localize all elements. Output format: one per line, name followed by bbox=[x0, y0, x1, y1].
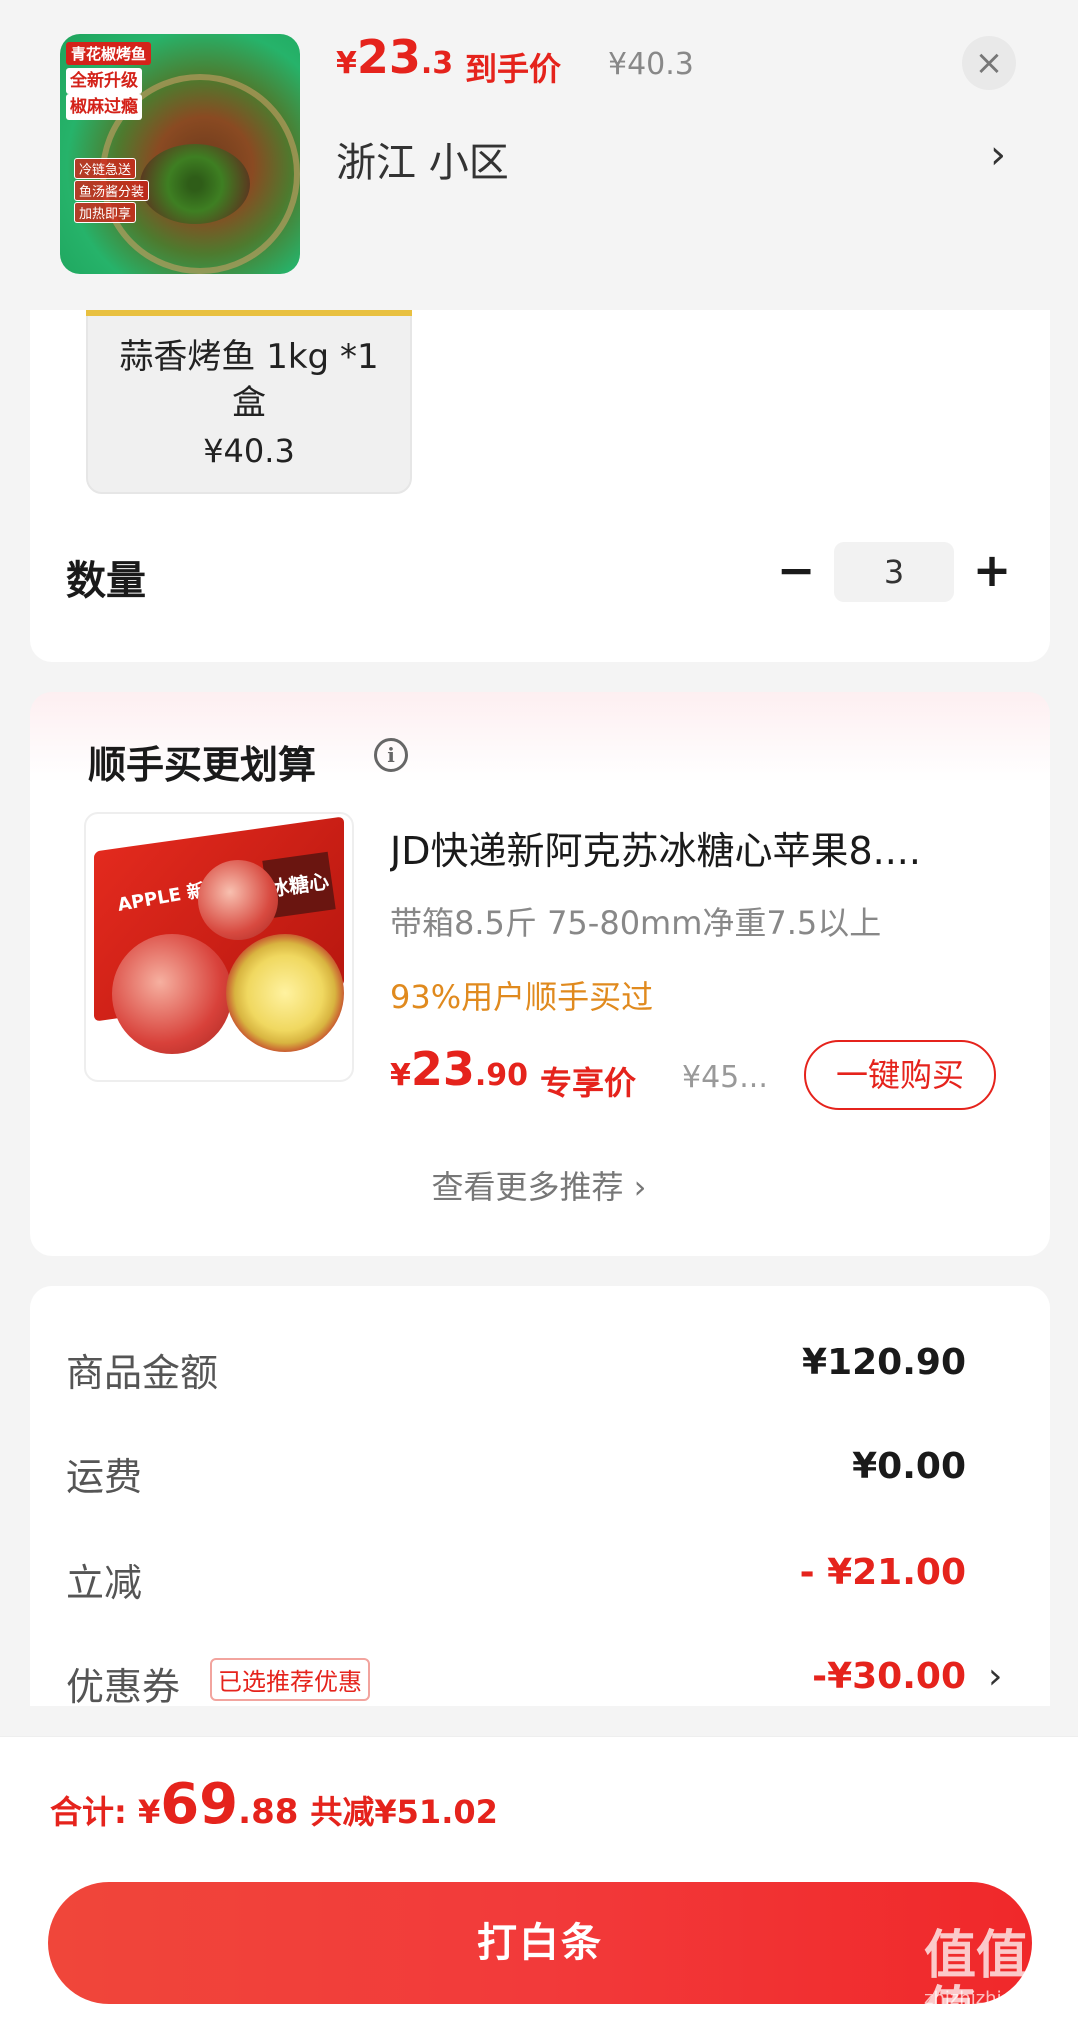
total-label: 合计: bbox=[50, 1793, 138, 1831]
final-price-label: 到手价 bbox=[465, 50, 562, 88]
quantity-input[interactable]: 3 bbox=[834, 542, 954, 602]
thumb-tag: 冷链急送 bbox=[74, 158, 137, 179]
final-price-symbol: ¥ bbox=[336, 46, 357, 81]
recommend-original-price: ¥45... bbox=[682, 1060, 768, 1095]
summary-row-value: ¥0.00 bbox=[852, 1446, 966, 1487]
thumb-tag: 椒麻过瘾 bbox=[66, 94, 142, 120]
total-savings: 共减¥51.02 bbox=[310, 1793, 498, 1831]
spec-image-edge bbox=[86, 310, 412, 316]
apple-graphic bbox=[198, 860, 278, 940]
watermark-url: zhizhizhi.com bbox=[924, 1988, 1046, 2009]
summary-row-value: - ¥21.00 bbox=[799, 1552, 966, 1593]
close-icon[interactable]: × bbox=[962, 36, 1016, 90]
recommend-price-symbol: ¥ bbox=[390, 1058, 411, 1093]
recommend-product-subtitle: 带箱8.5斤 75-80mm净重7.5以上 bbox=[390, 904, 882, 942]
recommend-price-label: 专享价 bbox=[540, 1064, 637, 1102]
spec-option-name: 蒜香烤鱼 1kg *1盒 bbox=[119, 337, 379, 423]
coupon-row-value[interactable]: -¥30.00 bbox=[812, 1656, 966, 1697]
summary-row-label: 立减 bbox=[66, 1561, 143, 1605]
chevron-right-icon[interactable]: › bbox=[990, 132, 1006, 178]
recommend-price-dec: .90 bbox=[474, 1058, 529, 1093]
recommend-product-social-proof: 93%用户顺手买过 bbox=[390, 978, 654, 1016]
total-int: 69 bbox=[160, 1772, 239, 1837]
coupon-badge: 已选推荐优惠 bbox=[210, 1658, 370, 1701]
product-header: 青花椒烤鱼 全新升级 椒麻过瘾 冷链急送 鱼汤酱分装 加热即享 ¥23.3 到手… bbox=[0, 0, 1078, 310]
recommend-product-price: ¥23.90 bbox=[390, 1042, 528, 1096]
summary-row-value: ¥120.90 bbox=[802, 1342, 966, 1383]
pay-button[interactable]: 打白条 bbox=[48, 1882, 1032, 2004]
product-thumbnail: 青花椒烤鱼 全新升级 椒麻过瘾 冷链急送 鱼汤酱分装 加热即享 bbox=[60, 34, 300, 274]
quantity-label: 数量 bbox=[66, 558, 146, 604]
delivery-address[interactable]: 浙江 小区 bbox=[336, 130, 509, 188]
order-total: 合计: ¥69.88 共减¥51.02 bbox=[50, 1772, 498, 1837]
coupon-row-label[interactable]: 优惠券 bbox=[66, 1656, 180, 1711]
recommend-price-int: 23 bbox=[410, 1042, 475, 1096]
final-price: ¥23.3 bbox=[336, 30, 453, 84]
thumb-tag: 加热即享 bbox=[74, 202, 137, 223]
info-icon[interactable]: i bbox=[374, 738, 408, 772]
spec-option-price: ¥40.3 bbox=[203, 432, 295, 470]
quantity-minus-button[interactable]: − bbox=[776, 540, 816, 600]
chevron-right-icon[interactable]: › bbox=[988, 1656, 1002, 1697]
one-click-buy-button[interactable]: 一键购买 bbox=[804, 1040, 996, 1110]
thumb-tag: 鱼汤酱分装 bbox=[74, 180, 150, 201]
final-price-dec: .3 bbox=[420, 46, 454, 81]
thumb-tag: 青花椒烤鱼 bbox=[66, 42, 152, 65]
total-dec: .88 bbox=[238, 1792, 299, 1832]
see-more-recommendations[interactable]: 查看更多推荐 › bbox=[0, 1162, 1078, 1208]
summary-row-label: 运费 bbox=[66, 1455, 143, 1499]
summary-row-label: 商品金额 bbox=[66, 1351, 219, 1395]
apple-graphic bbox=[112, 934, 232, 1054]
original-price: ¥40.3 bbox=[608, 47, 694, 82]
thumb-tag: 全新升级 bbox=[66, 68, 142, 94]
pepper-graphic bbox=[140, 144, 250, 224]
total-symbol: ¥ bbox=[137, 1793, 161, 1831]
recommend-title: 顺手买更划算 bbox=[88, 743, 317, 787]
spec-option[interactable]: 蒜香烤鱼 1kg *1盒 ¥40.3 bbox=[86, 310, 412, 494]
recommend-product-image[interactable]: APPLE 新疆冰糖心苹果 冰糖心 bbox=[84, 812, 354, 1082]
final-price-int: 23 bbox=[356, 30, 421, 84]
recommend-product-title[interactable]: JD快递新阿克苏冰糖心苹果8.... bbox=[390, 820, 990, 875]
apple-cut-graphic bbox=[226, 934, 344, 1052]
quantity-plus-button[interactable]: + bbox=[972, 540, 1012, 600]
